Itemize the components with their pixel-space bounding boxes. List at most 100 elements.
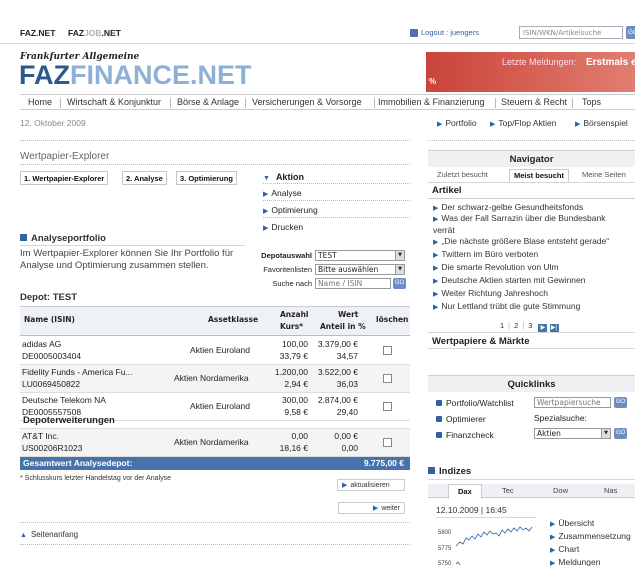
- index-link-zusammensetzung[interactable]: ▶ Zusammensetzung: [550, 531, 631, 541]
- divider: [263, 217, 410, 218]
- tab-dax[interactable]: Dax: [448, 484, 482, 499]
- nav-article[interactable]: ▶ Nur Lettland trübt die gute Stimmung: [433, 301, 635, 313]
- page-1[interactable]: 1: [500, 321, 504, 330]
- nav-steuern[interactable]: Steuern & Recht: [501, 97, 567, 107]
- nav-boerse[interactable]: Börse & Anlage: [177, 97, 239, 107]
- divider: [428, 140, 635, 141]
- nav-versicherungen[interactable]: Versicherungen & Vorsorge: [252, 97, 362, 107]
- col-assetklasse[interactable]: Assetklasse: [208, 315, 258, 324]
- aktion-drucken[interactable]: ▶ Drucken: [263, 222, 303, 232]
- index-link-meldungen[interactable]: ▶ Meldungen: [550, 557, 600, 566]
- arrow-icon: ▶: [342, 482, 348, 489]
- quicklinks-header: Quicklinks: [428, 375, 635, 392]
- ql-finanzcheck[interactable]: Finanzcheck: [436, 430, 494, 440]
- news-ticker[interactable]: Letzte Meldungen: Erstmals ein %: [426, 52, 635, 92]
- tab-meist-besucht[interactable]: Meist besucht: [509, 169, 570, 182]
- nav-article[interactable]: ▶ Was der Fall Sarrazin über die Bundesba…: [433, 213, 613, 236]
- spezialsuche-select[interactable]: Aktien ▼: [534, 428, 611, 439]
- seitenanfang-link[interactable]: ▲ Seitenanfang: [20, 530, 78, 539]
- divider: [428, 348, 635, 349]
- suche-go-button[interactable]: GO: [393, 278, 406, 289]
- seitenanfang-label: Seitenanfang: [30, 530, 79, 539]
- toplink-topflop[interactable]: ▶ Top/Flop Aktien: [490, 118, 557, 128]
- col-wert[interactable]: Wert: [338, 310, 358, 319]
- nav-article[interactable]: ▶ Die smarte Revolution von Ulm: [433, 262, 635, 274]
- nav-wirtschaft[interactable]: Wirtschaft & Konjunktur: [67, 97, 161, 107]
- nav-article[interactable]: ▶ Deutsche Aktien starten mit Gewinnen: [433, 275, 635, 287]
- row-name[interactable]: adidas AG: [22, 339, 61, 349]
- arrow-icon: ▶: [263, 225, 269, 232]
- index-link-label: Meldungen: [558, 557, 601, 566]
- page-3[interactable]: 3: [528, 321, 532, 330]
- arrow-icon: ▶: [550, 560, 556, 566]
- nav-article-label: Nur Lettland trübt die gute Stimmung: [441, 301, 581, 311]
- aktualisieren-button[interactable]: ▶ aktualisieren: [337, 479, 405, 491]
- dax-mini-chart[interactable]: 5800 5775 5750: [436, 524, 536, 566]
- col-anzahl[interactable]: Anzahl: [280, 310, 308, 319]
- arrow-icon: ▶: [433, 252, 439, 259]
- wertpapiersuche-input[interactable]: Wertpapiersuche: [534, 397, 611, 408]
- pager-separator: |: [508, 321, 511, 330]
- page-2[interactable]: 2: [514, 321, 518, 330]
- divider: [428, 182, 635, 183]
- square-icon: [436, 400, 442, 406]
- row-asset: Aktien Nordamerika: [174, 373, 249, 383]
- arrow-icon: ▶: [372, 505, 379, 512]
- nav-separator: [572, 98, 573, 108]
- aktion-header: ▼ Aktion: [263, 172, 410, 182]
- tab-optimierung[interactable]: 3. Optimierung: [176, 171, 237, 185]
- delete-checkbox[interactable]: [383, 346, 392, 355]
- nav-article[interactable]: ▶ „Die nächste größere Blase entsteht ger…: [433, 236, 635, 248]
- top-search-go-button[interactable]: GO: [626, 26, 635, 39]
- arrow-icon: ▶: [263, 191, 269, 198]
- depot-select[interactable]: TEST ▼: [315, 250, 405, 261]
- logo-bar: Frankfurter Allgemeine FAZFINANCE.NET Le…: [19, 48, 635, 92]
- delete-checkbox[interactable]: [383, 374, 392, 383]
- nav-tops[interactable]: Tops: [582, 97, 601, 107]
- aktion-analyse[interactable]: ▶ Analyse: [263, 188, 302, 198]
- row-name[interactable]: Fidelity Funds - America Fu...: [22, 367, 133, 377]
- ql-portfolio[interactable]: Portfolio/Watchlist: [436, 398, 514, 408]
- indizes-label: Indizes: [439, 466, 472, 477]
- ql-optimierer[interactable]: Optimierer: [436, 414, 486, 424]
- index-link-uebersicht[interactable]: ▶ Übersicht: [550, 518, 594, 528]
- divider: [20, 522, 410, 523]
- tab-dow[interactable]: Dow: [553, 486, 568, 495]
- suche-input[interactable]: Name / ISIN: [315, 278, 391, 289]
- delete-checkbox[interactable]: [383, 438, 392, 447]
- top-search-input[interactable]: ISIN/WKN/Artikelsuche: [519, 26, 623, 39]
- logo[interactable]: FAZFINANCE.NET: [19, 60, 252, 91]
- favoriten-select[interactable]: Bitte auswählen ▼: [315, 264, 405, 275]
- toplink-portfolio[interactable]: ▶ Portfolio: [437, 118, 477, 128]
- col-name[interactable]: Name (ISIN): [24, 315, 75, 324]
- square-icon: [20, 234, 27, 241]
- toplink-boersenspiel[interactable]: ▶ Börsenspiel: [575, 118, 628, 128]
- tab-explorer[interactable]: 1. Wertpapier-Explorer: [20, 171, 109, 185]
- ticker-headline[interactable]: Erstmals ein: [586, 57, 635, 68]
- nav-article[interactable]: ▶ Weiter Richtung Jahreshoch: [433, 288, 635, 300]
- weiter-button[interactable]: ▶ weiter: [338, 502, 405, 514]
- tab-zuletzt-besucht[interactable]: Zuletzt besucht: [437, 170, 488, 182]
- chevron-down-icon: ▼: [395, 265, 404, 274]
- aktion-optimierung[interactable]: ▶ Optimierung: [263, 205, 318, 215]
- spezialsuche-go-button[interactable]: GO: [614, 428, 627, 439]
- nav-article[interactable]: ▶ Twittern im Büro verboten: [433, 249, 635, 261]
- row-name[interactable]: AT&T Inc.: [22, 431, 59, 441]
- delete-checkbox[interactable]: [383, 402, 392, 411]
- logout-link[interactable]: Logout : juengers: [421, 28, 479, 37]
- index-link-chart[interactable]: ▶ Chart: [550, 544, 579, 554]
- aktualisieren-label: aktualisieren: [350, 482, 390, 489]
- nav-immobilien[interactable]: Immobilien & Finanzierung: [378, 97, 485, 107]
- faznet-link[interactable]: FAZ.NET: [20, 28, 55, 38]
- wertpapiersuche-go-button[interactable]: GO: [614, 397, 627, 408]
- tab-meine-seiten[interactable]: Meine Seiten: [582, 170, 626, 182]
- fazjob-link-part-b: JOB: [84, 28, 102, 38]
- arrow-icon: ▶: [433, 265, 439, 272]
- tab-analyse[interactable]: 2. Analyse: [122, 171, 167, 185]
- fazjob-link[interactable]: FAZJOB.NET: [68, 28, 121, 38]
- wertpapiere-maerkte-heading[interactable]: Wertpapiere & Märkte: [432, 336, 530, 347]
- tab-tec[interactable]: Tec: [502, 486, 514, 495]
- tab-nas[interactable]: Nas: [604, 486, 617, 495]
- nav-home[interactable]: Home: [28, 97, 52, 107]
- row-name[interactable]: Deutsche Telekom NA: [22, 395, 106, 405]
